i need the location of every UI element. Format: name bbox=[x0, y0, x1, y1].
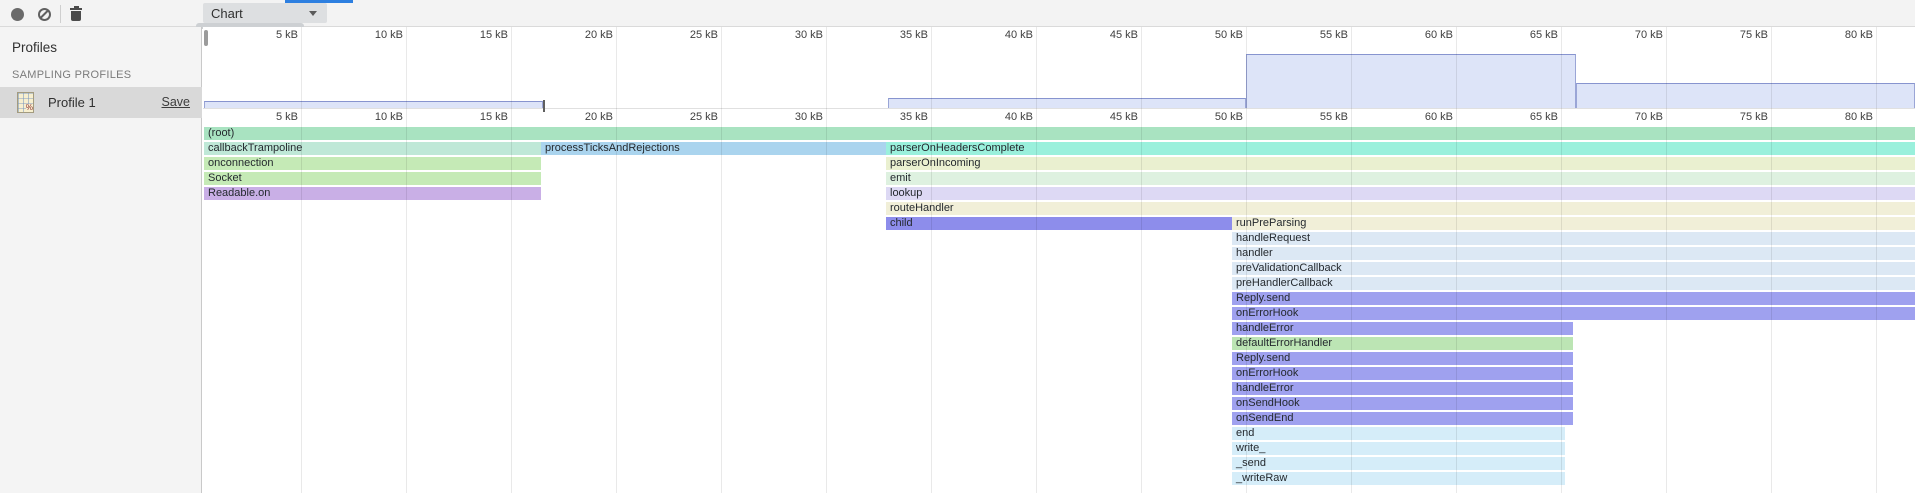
overview-ruler-label: 60 kB bbox=[1397, 29, 1453, 41]
gridline bbox=[511, 27, 512, 493]
overview-allocation-area[interactable] bbox=[204, 101, 543, 108]
flamechart-ruler-label: 5 kB bbox=[242, 111, 298, 123]
flame-bar-callbacktrampoline[interactable]: callbackTrampoline bbox=[204, 142, 541, 155]
overview-allocation-area[interactable] bbox=[888, 98, 1246, 108]
overview-ruler-label: 10 kB bbox=[347, 29, 403, 41]
chevron-down-icon bbox=[309, 11, 317, 16]
flame-bar-child[interactable]: child bbox=[886, 217, 1232, 230]
gridline bbox=[1141, 27, 1142, 493]
flame-bar-prevalidationcallback[interactable]: preValidationCallback bbox=[1232, 262, 1915, 275]
flame-bar-handlerequest[interactable]: handleRequest bbox=[1232, 232, 1915, 245]
flamechart-ruler-label: 65 kB bbox=[1502, 111, 1558, 123]
flame-bar-routehandler[interactable]: routeHandler bbox=[886, 202, 1915, 215]
flame-bar-lookup[interactable]: lookup bbox=[886, 187, 1915, 200]
flame-bar-root[interactable]: (root) bbox=[204, 127, 1915, 140]
allocation-flame-chart[interactable]: 5 kB 10 kB 15 kB 20 kB 25 kB 30 kB 35 kB 40 kB 4… bbox=[203, 27, 1915, 493]
flame-bar-runpreparsing[interactable]: runPreParsing bbox=[1232, 217, 1915, 230]
flame-bar-handleerror[interactable]: handleError bbox=[1232, 382, 1573, 395]
flamechart-ruler-label: 60 kB bbox=[1397, 111, 1453, 123]
flame-bar-onconnection[interactable]: onconnection bbox=[204, 157, 541, 170]
flame-bar-reply-send[interactable]: Reply.send bbox=[1232, 292, 1915, 305]
flame-bar-socket[interactable]: Socket bbox=[204, 172, 541, 185]
gridline bbox=[931, 27, 932, 493]
flame-bar-parseronincoming[interactable]: parserOnIncoming bbox=[886, 157, 1915, 170]
vertical-scrollbar-thumb[interactable] bbox=[204, 30, 208, 46]
flamechart-ruler-label: 30 kB bbox=[767, 111, 823, 123]
flame-bar-onsendhook[interactable]: onSendHook bbox=[1232, 397, 1573, 410]
sidebar-title: Profiles bbox=[12, 40, 57, 55]
flamechart-ruler-label: 80 kB bbox=[1817, 111, 1873, 123]
flame-bar-onerrorhook[interactable]: onErrorHook bbox=[1232, 367, 1573, 380]
save-link[interactable]: Save bbox=[162, 95, 191, 109]
overview-ruler-label: 30 kB bbox=[767, 29, 823, 41]
clear-button[interactable] bbox=[34, 4, 54, 24]
flame-bar-send[interactable]: _send bbox=[1232, 457, 1565, 470]
flamechart-ruler-label: 15 kB bbox=[452, 111, 508, 123]
overview-allocation-area[interactable] bbox=[1246, 54, 1576, 108]
flamechart-ruler-label: 70 kB bbox=[1607, 111, 1663, 123]
gridline bbox=[1036, 27, 1037, 493]
overview-ruler-label: 35 kB bbox=[872, 29, 928, 41]
overview-ruler-label: 25 kB bbox=[662, 29, 718, 41]
flame-bar-readable-on[interactable]: Readable.on bbox=[204, 187, 541, 200]
trash-icon bbox=[70, 7, 82, 21]
overview-ruler-label: 80 kB bbox=[1817, 29, 1873, 41]
overview-ruler-label: 50 kB bbox=[1187, 29, 1243, 41]
clear-icon bbox=[38, 8, 51, 21]
flame-bar-write[interactable]: write_ bbox=[1232, 442, 1565, 455]
sidebar-item-profile-1[interactable]: % Profile 1 Save bbox=[0, 87, 202, 118]
toolbar-separator bbox=[60, 5, 61, 23]
flamechart-ruler-label: 55 kB bbox=[1292, 111, 1348, 123]
flame-bar-parseronheaderscomplete[interactable]: parserOnHeadersComplete bbox=[886, 142, 1915, 155]
flame-bar-defaulterrorhandler[interactable]: defaultErrorHandler bbox=[1232, 337, 1573, 350]
toolbar: Chart bbox=[0, 0, 1915, 27]
overview-ruler-label: 70 kB bbox=[1607, 29, 1663, 41]
flame-bar-processticksandrejections[interactable]: processTicksAndRejections bbox=[541, 142, 886, 155]
sidebar: Profiles SAMPLING PROFILES % Profile 1 S… bbox=[0, 27, 202, 493]
overview-ruler-label: 5 kB bbox=[242, 29, 298, 41]
flame-bar-end[interactable]: end bbox=[1232, 427, 1565, 440]
gridline bbox=[301, 27, 302, 493]
flame-bar-handler[interactable]: handler bbox=[1232, 247, 1915, 260]
flame-bar-emit[interactable]: emit bbox=[886, 172, 1915, 185]
overview-ruler-label: 65 kB bbox=[1502, 29, 1558, 41]
flame-bar-writeraw[interactable]: _writeRaw bbox=[1232, 472, 1565, 485]
flamechart-ruler-label: 50 kB bbox=[1187, 111, 1243, 123]
flamechart-ruler-label: 75 kB bbox=[1712, 111, 1768, 123]
record-icon bbox=[11, 8, 24, 21]
gridline bbox=[826, 27, 827, 493]
overview-ruler-label: 75 kB bbox=[1712, 29, 1768, 41]
gridline bbox=[406, 27, 407, 493]
overview-ruler-label: 55 kB bbox=[1292, 29, 1348, 41]
overview-allocation-area[interactable] bbox=[1576, 83, 1915, 108]
flamechart-ruler-label: 35 kB bbox=[872, 111, 928, 123]
sampling-profiles-section-label: SAMPLING PROFILES bbox=[12, 69, 131, 81]
flamechart-ruler-label: 20 kB bbox=[557, 111, 613, 123]
flamechart-ruler-label: 25 kB bbox=[662, 111, 718, 123]
flame-bar-reply-send[interactable]: Reply.send bbox=[1232, 352, 1573, 365]
gridline bbox=[616, 27, 617, 493]
overview-range-handle[interactable] bbox=[543, 100, 545, 112]
overview-ruler-label: 15 kB bbox=[452, 29, 508, 41]
delete-profile-button[interactable] bbox=[66, 4, 86, 24]
overview-ruler-label: 20 kB bbox=[557, 29, 613, 41]
flamechart-ruler-label: 45 kB bbox=[1082, 111, 1138, 123]
view-mode-select[interactable]: Chart bbox=[203, 3, 327, 23]
flame-bar-handleerror[interactable]: handleError bbox=[1232, 322, 1573, 335]
flame-bar-onsendend[interactable]: onSendEnd bbox=[1232, 412, 1573, 425]
profile-icon: % bbox=[17, 92, 34, 113]
devtools-profiler-panel: Chart Profiles SAMPLING PROFILES % Profi… bbox=[0, 0, 1915, 493]
flame-bar-onerrorhook[interactable]: onErrorHook bbox=[1232, 307, 1915, 320]
flamechart-ruler-label: 10 kB bbox=[347, 111, 403, 123]
gridline bbox=[721, 27, 722, 493]
view-mode-value: Chart bbox=[211, 6, 243, 21]
profile-name: Profile 1 bbox=[48, 95, 96, 110]
flamechart-ruler-label: 40 kB bbox=[977, 111, 1033, 123]
overview-ruler-label: 45 kB bbox=[1082, 29, 1138, 41]
overview-ruler-label: 40 kB bbox=[977, 29, 1033, 41]
record-button[interactable] bbox=[7, 4, 27, 24]
flame-bar-prehandlercallback[interactable]: preHandlerCallback bbox=[1232, 277, 1915, 290]
